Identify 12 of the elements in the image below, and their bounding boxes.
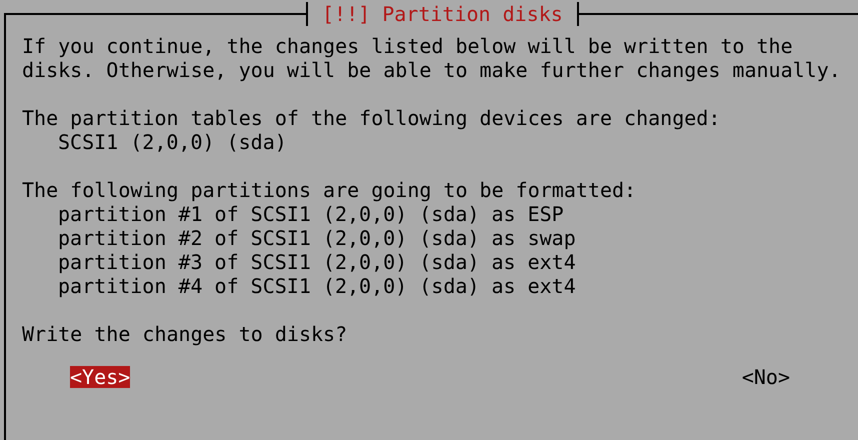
- list-item: partition #1 of SCSI1 (2,0,0) (sda) as ESP: [57, 202, 565, 226]
- window-title: [!!] Partition disks: [306, 2, 579, 26]
- list-item: SCSI1 (2,0,0) (sda): [57, 130, 288, 154]
- paragraph-text: If you continue, the changes listed below will be written to the disks. Otherwise, you will be able to make further changes manually.: [22, 34, 842, 82]
- yes-button[interactable]: <Yes>: [70, 366, 130, 388]
- paragraph-text: The following partitions are going to be formatted:: [22, 178, 638, 202]
- paragraph-text: The partition tables of the following devices are changed:: [22, 106, 722, 130]
- list-item: partition #3 of SCSI1 (2,0,0) (sda) as ext4: [57, 250, 577, 274]
- paragraph-text: Write the changes to disks?: [22, 322, 348, 346]
- no-button[interactable]: <No>: [742, 366, 790, 388]
- list-item: partition #2 of SCSI1 (2,0,0) (sda) as swap: [57, 226, 577, 250]
- list-item: partition #4 of SCSI1 (2,0,0) (sda) as ext4: [57, 274, 577, 298]
